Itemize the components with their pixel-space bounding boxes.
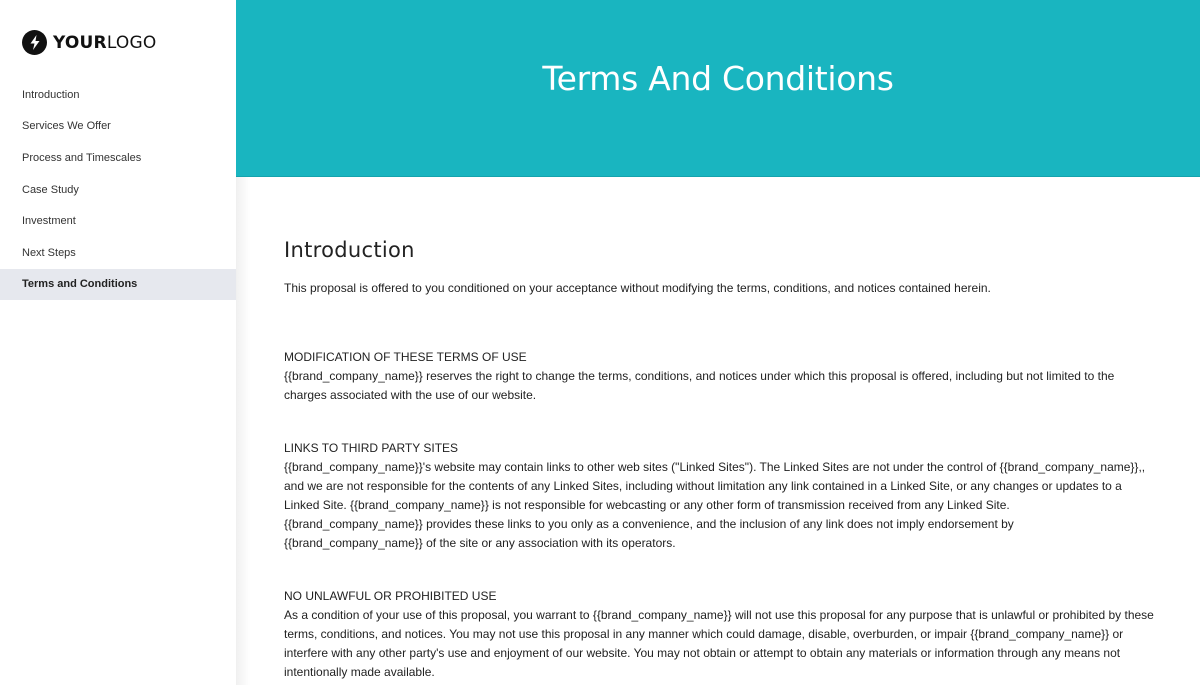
page-header-banner: Terms And Conditions xyxy=(236,0,1200,177)
block-paragraph: As a condition of your use of this propo… xyxy=(284,608,1154,679)
sidebar-item-introduction[interactable]: Introduction xyxy=(0,79,236,111)
sidebar: YOURLOGO Introduction Services We Offer … xyxy=(0,0,236,685)
logo-text: YOURLOGO xyxy=(53,33,156,53)
block-paragraph: {{brand_company_name}}'s website may con… xyxy=(284,460,1146,512)
block-title: MODIFICATION OF THESE TERMS OF USE xyxy=(284,350,527,364)
block-body: {{brand_company_name}} reserves the righ… xyxy=(284,367,1154,405)
sidebar-item-label: Process and Timescales xyxy=(22,151,142,164)
sidebar-item-case-study[interactable]: Case Study xyxy=(0,174,236,206)
sidebar-item-investment[interactable]: Investment xyxy=(0,205,236,237)
section-title: Introduction xyxy=(284,238,415,262)
intro-paragraph: This proposal is offered to you conditio… xyxy=(284,281,991,295)
lightning-bolt-icon xyxy=(22,30,47,55)
block-body: {{brand_company_name}}'s website may con… xyxy=(284,458,1154,553)
sidebar-item-label: Next Steps xyxy=(22,246,76,259)
sidebar-item-label: Investment xyxy=(22,215,76,228)
terms-block-links: LINKS TO THIRD PARTY SITES {{brand_compa… xyxy=(284,439,1154,553)
block-paragraph: {{brand_company_name}} provides these li… xyxy=(284,517,1014,550)
terms-section: Introduction This proposal is offered to… xyxy=(284,238,1154,682)
sidebar-item-services-we-offer[interactable]: Services We Offer xyxy=(0,111,236,143)
terms-block-modification: MODIFICATION OF THESE TERMS OF USE {{bra… xyxy=(284,348,1154,405)
main-content: Terms And Conditions Introduction This p… xyxy=(236,0,1200,685)
terms-block-unlawful-use: NO UNLAWFUL OR PROHIBITED USE As a condi… xyxy=(284,587,1154,682)
block-body: As a condition of your use of this propo… xyxy=(284,606,1154,682)
page-title: Terms And Conditions xyxy=(542,58,894,98)
sidebar-item-label: Case Study xyxy=(22,183,79,196)
logo-text-light: LOGO xyxy=(106,32,157,53)
sidebar-item-label: Services We Offer xyxy=(22,120,111,133)
sidebar-item-label: Terms and Conditions xyxy=(22,278,138,291)
sidebar-nav: Introduction Services We Offer Process a… xyxy=(0,79,236,301)
sidebar-item-next-steps[interactable]: Next Steps xyxy=(0,237,236,269)
block-title: NO UNLAWFUL OR PROHIBITED USE xyxy=(284,589,497,603)
logo[interactable]: YOURLOGO xyxy=(22,30,156,55)
logo-text-bold: YOUR xyxy=(53,32,107,53)
sidebar-item-label: Introduction xyxy=(22,88,80,101)
block-paragraph: {{brand_company_name}} reserves the righ… xyxy=(284,369,1115,402)
sidebar-item-terms-and-conditions[interactable]: Terms and Conditions xyxy=(0,268,236,301)
block-title: LINKS TO THIRD PARTY SITES xyxy=(284,441,459,455)
sidebar-item-process-and-timescales[interactable]: Process and Timescales xyxy=(0,142,236,174)
